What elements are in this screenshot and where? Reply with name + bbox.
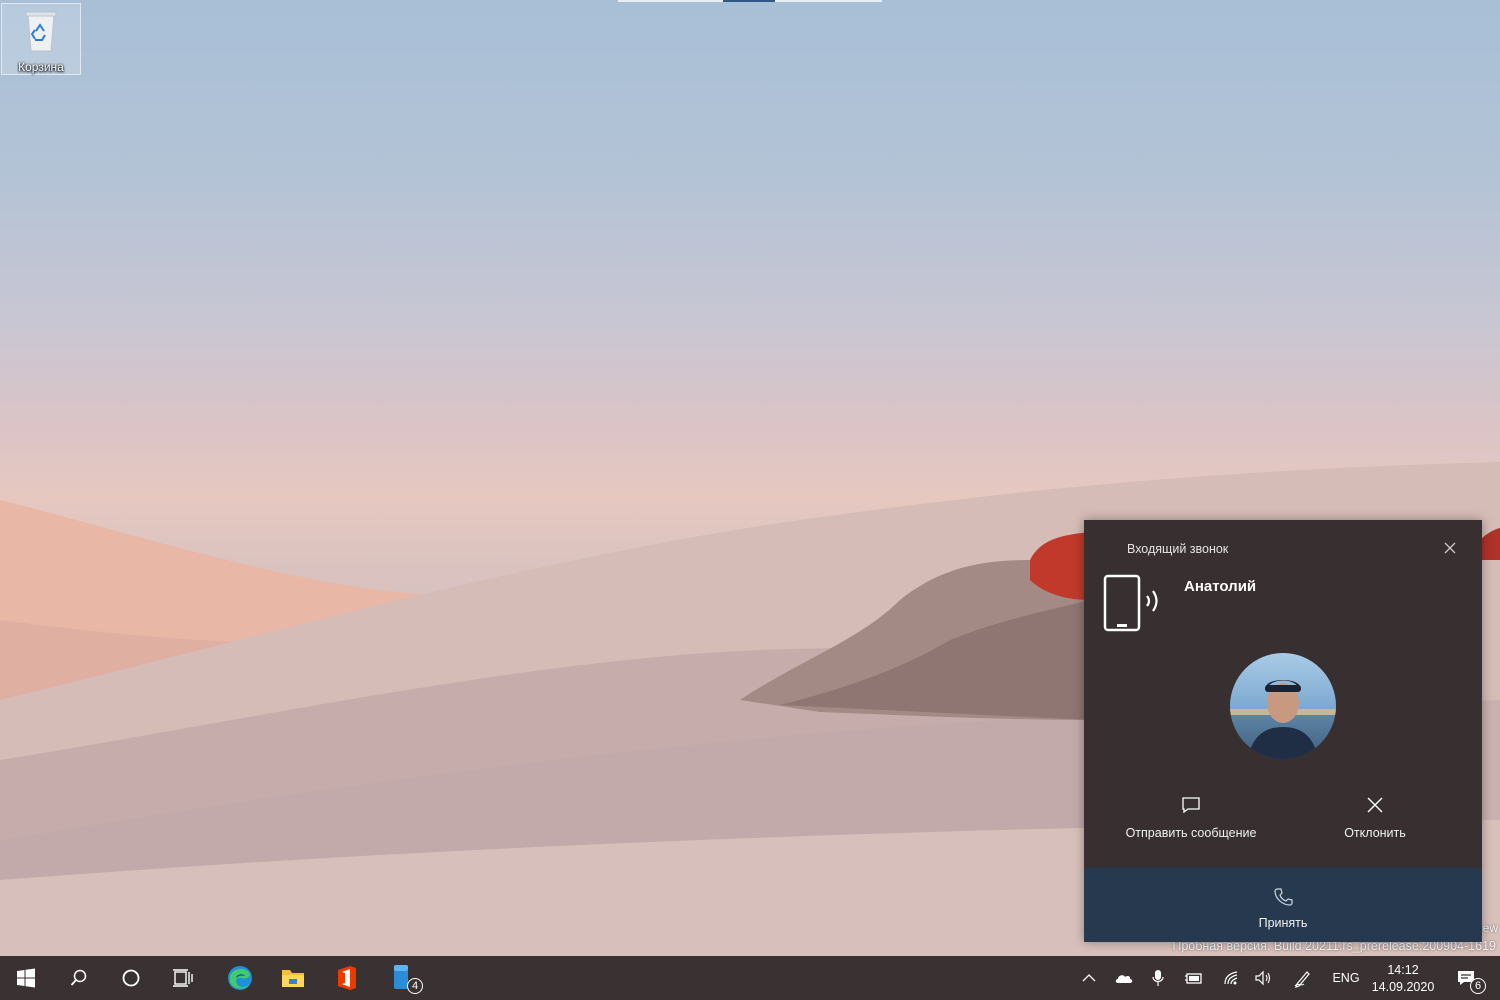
edge-browser-icon bbox=[228, 966, 252, 990]
microphone-icon bbox=[1152, 970, 1164, 986]
cortana-circle-icon bbox=[122, 969, 140, 987]
clock-time: 14:12 bbox=[1387, 963, 1419, 977]
send-message-button[interactable]: Отправить сообщение bbox=[1114, 794, 1268, 842]
toast-heading: Входящий звонок bbox=[1127, 542, 1229, 556]
action-center-button[interactable]: 6 bbox=[1446, 956, 1486, 1000]
accept-label: Принять bbox=[1258, 916, 1308, 930]
search-button[interactable] bbox=[53, 956, 105, 1000]
network-tray-button[interactable] bbox=[1218, 956, 1244, 1000]
ringing-phone-icon bbox=[1103, 574, 1158, 632]
taskbar: 4 ENG 14:12 14.09.2020 6 bbox=[0, 956, 1500, 1000]
phone-handset-icon bbox=[1274, 888, 1293, 906]
chevron-up-icon bbox=[1082, 974, 1096, 982]
power-plug-icon bbox=[1185, 973, 1202, 984]
accept-call-button[interactable]: Принять bbox=[1084, 868, 1482, 942]
your-phone-button[interactable]: 4 bbox=[375, 956, 427, 1000]
pen-icon bbox=[1294, 971, 1310, 988]
show-hidden-icons-button[interactable] bbox=[1076, 956, 1102, 1000]
cortana-button[interactable] bbox=[105, 956, 157, 1000]
incoming-call-toast: Входящий звонок Анатолий Отправить сообщ… bbox=[1084, 520, 1482, 942]
caller-name: Анатолий bbox=[1184, 578, 1257, 595]
search-icon bbox=[70, 969, 87, 986]
language-indicator[interactable]: ENG bbox=[1326, 956, 1366, 1000]
pen-workspace-button[interactable] bbox=[1290, 956, 1316, 1000]
microphone-tray-button[interactable] bbox=[1146, 956, 1170, 1000]
clock[interactable]: 14:12 14.09.2020 bbox=[1367, 956, 1439, 1000]
office-icon bbox=[338, 966, 356, 990]
battery-tray-button[interactable] bbox=[1180, 956, 1208, 1000]
message-icon bbox=[1182, 797, 1200, 814]
decline-label: Отклонить bbox=[1344, 826, 1406, 840]
wifi-icon bbox=[1224, 971, 1238, 985]
file-explorer-button[interactable] bbox=[267, 956, 319, 1000]
edge-button[interactable] bbox=[214, 956, 266, 1000]
decline-x-icon bbox=[1367, 797, 1383, 813]
task-view-button[interactable] bbox=[157, 956, 209, 1000]
task-view-icon bbox=[173, 969, 193, 987]
desktop-icon-recycle-bin[interactable]: Корзина bbox=[1, 3, 81, 75]
folder-icon bbox=[282, 970, 304, 987]
caller-avatar bbox=[1230, 653, 1336, 759]
decline-button[interactable]: Отклонить bbox=[1330, 794, 1420, 842]
recycle-bin-icon bbox=[25, 11, 57, 52]
watermark-edge-text: ew bbox=[1482, 921, 1498, 935]
clock-date: 14.09.2020 bbox=[1371, 980, 1435, 994]
send-message-label: Отправить сообщение bbox=[1125, 826, 1257, 840]
office-button[interactable] bbox=[321, 956, 373, 1000]
desktop-icon-label: Корзина bbox=[18, 60, 64, 74]
start-button[interactable] bbox=[0, 956, 52, 1000]
top-progress-strip bbox=[618, 0, 882, 2]
onedrive-tray-button[interactable] bbox=[1110, 956, 1138, 1000]
cloud-icon bbox=[1115, 975, 1133, 983]
close-icon[interactable] bbox=[1441, 539, 1459, 557]
windows-logo-icon bbox=[17, 968, 35, 988]
your-phone-badge: 4 bbox=[407, 978, 423, 994]
notifications-badge: 6 bbox=[1470, 978, 1486, 994]
volume-tray-button[interactable] bbox=[1250, 956, 1276, 1000]
speaker-icon bbox=[1255, 970, 1271, 986]
